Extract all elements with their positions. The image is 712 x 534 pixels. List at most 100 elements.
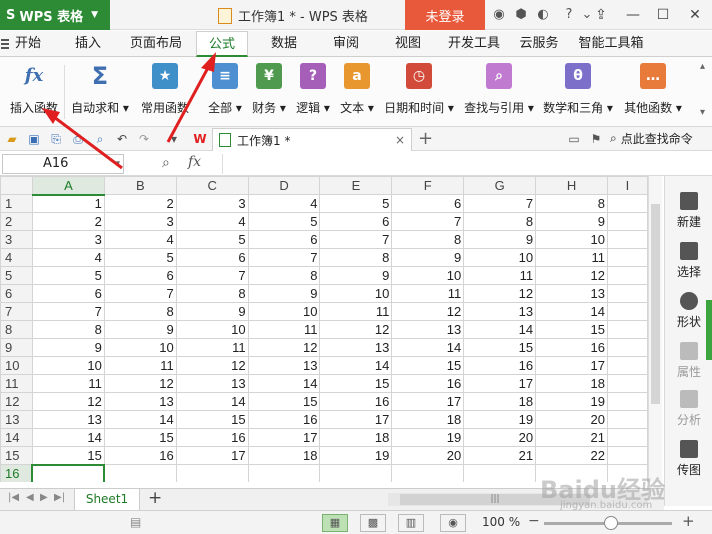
row-header[interactable]: 10 (0, 356, 33, 375)
flag-icon[interactable]: ⚑ (588, 131, 604, 147)
cell[interactable]: 13 (31, 410, 105, 429)
spreadsheet-grid[interactable]: A B C D E F G H I 1123456782234567893345… (0, 176, 648, 482)
cell[interactable]: 8 (175, 284, 249, 303)
cell[interactable] (606, 446, 648, 465)
row-header[interactable]: 14 (0, 428, 33, 447)
maximize-icon[interactable]: ☐ (648, 0, 678, 30)
cell[interactable]: 4 (31, 248, 105, 267)
side-handle[interactable] (706, 300, 712, 360)
row-header[interactable]: 2 (0, 212, 33, 231)
cell[interactable]: 13 (103, 392, 177, 411)
prev-sheet-icon[interactable]: ◀ (26, 492, 34, 503)
financial-button[interactable]: ¥ 财务 ▾ (248, 61, 290, 121)
cell[interactable]: 4 (103, 230, 177, 249)
skin-icon[interactable]: ◉ (490, 6, 508, 24)
cell[interactable]: 8 (391, 230, 465, 249)
column-header[interactable]: D (247, 176, 321, 195)
tab-page-layout[interactable]: 页面布局 (124, 31, 188, 57)
cell[interactable]: 15 (535, 320, 608, 339)
row-header[interactable]: 1 (0, 194, 33, 213)
other-functions-button[interactable]: … 其他函数 ▾ (620, 61, 686, 121)
row-header[interactable]: 16 (0, 464, 33, 482)
cell[interactable]: 13 (463, 302, 537, 321)
row-header[interactable]: 8 (0, 320, 33, 339)
tab-review[interactable]: 审阅 (326, 31, 366, 57)
fx-icon[interactable]: fx (188, 154, 201, 170)
scroll-thumb[interactable] (651, 204, 660, 404)
all-functions-button[interactable]: ≡ 全部 ▾ (204, 61, 246, 121)
select-all-corner[interactable] (0, 176, 33, 195)
upload-image-pane-button[interactable]: 传图 (665, 440, 712, 478)
zoom-slider-thumb[interactable] (604, 516, 618, 530)
row-header[interactable]: 4 (0, 248, 33, 267)
cell[interactable] (606, 428, 648, 447)
tab-data[interactable]: 数据 (264, 31, 304, 57)
cell[interactable]: 13 (175, 374, 249, 393)
chevron-down-icon[interactable]: ▾ (166, 131, 182, 147)
cell[interactable]: 9 (463, 230, 537, 249)
cell[interactable]: 10 (31, 356, 105, 375)
zoom-out-button[interactable]: − (528, 513, 540, 529)
row-header[interactable]: 15 (0, 446, 33, 465)
cell[interactable]: 19 (391, 428, 465, 447)
row-header[interactable]: 3 (0, 230, 33, 249)
cell[interactable]: 9 (535, 212, 608, 231)
cell[interactable] (606, 284, 648, 303)
add-sheet-button[interactable]: + (148, 488, 162, 508)
column-header[interactable]: G (463, 176, 537, 195)
row-header[interactable]: 11 (0, 374, 33, 393)
cell[interactable]: 11 (175, 338, 249, 357)
cell[interactable]: 10 (463, 248, 537, 267)
cell[interactable] (175, 464, 249, 482)
cell[interactable]: 15 (463, 338, 537, 357)
tab-cloud[interactable]: 云服务 (514, 31, 564, 57)
cell[interactable] (247, 464, 321, 482)
cell[interactable]: 9 (103, 320, 177, 339)
sheet-tab[interactable]: Sheet1 (74, 489, 140, 511)
formula-input[interactable] (222, 154, 662, 174)
cell[interactable]: 16 (175, 428, 249, 447)
cell[interactable]: 11 (103, 356, 177, 375)
cell[interactable]: 3 (31, 230, 105, 249)
tab-developer[interactable]: 开发工具 (444, 31, 504, 57)
cell[interactable]: 3 (103, 212, 177, 231)
tab-view[interactable]: 视图 (388, 31, 428, 57)
column-header[interactable]: H (535, 176, 608, 195)
cell[interactable] (606, 248, 648, 267)
cell[interactable]: 9 (319, 266, 393, 285)
cell[interactable]: 17 (463, 374, 537, 393)
tab-formulas[interactable]: 公式 (196, 31, 248, 57)
analysis-pane-button[interactable]: 分析 (665, 390, 712, 428)
cell[interactable]: 18 (319, 428, 393, 447)
restore-ribbon-icon[interactable]: ⇪ (586, 0, 616, 30)
cell[interactable]: 10 (535, 230, 608, 249)
zoom-in-button[interactable]: + (682, 512, 695, 530)
cell[interactable]: 15 (103, 428, 177, 447)
cell[interactable]: 8 (535, 194, 608, 213)
cell[interactable]: 9 (247, 284, 321, 303)
cell[interactable] (606, 212, 648, 231)
cell[interactable]: 16 (247, 410, 321, 429)
cell[interactable]: 12 (103, 374, 177, 393)
chevron-down-icon[interactable]: ▾ (115, 155, 120, 173)
cell[interactable]: 8 (463, 212, 537, 231)
normal-view-button[interactable]: ▦ (322, 514, 348, 532)
cell[interactable]: 11 (247, 320, 321, 339)
cell[interactable]: 10 (103, 338, 177, 357)
cell[interactable]: 21 (463, 446, 537, 465)
cell[interactable]: 6 (31, 284, 105, 303)
cell[interactable]: 16 (463, 356, 537, 375)
login-button[interactable]: 未登录 (405, 0, 485, 30)
cell[interactable]: 12 (31, 392, 105, 411)
cell[interactable]: 10 (175, 320, 249, 339)
cell[interactable]: 12 (175, 356, 249, 375)
cell[interactable]: 14 (247, 374, 321, 393)
minimize-icon[interactable]: — (618, 0, 648, 30)
cell[interactable] (606, 194, 648, 213)
shape-pane-button[interactable]: 形状 (665, 292, 712, 330)
cell[interactable]: 4 (247, 194, 321, 213)
cell[interactable]: 15 (319, 374, 393, 393)
command-search[interactable]: ⌕ 点此查找命令 (610, 130, 693, 147)
cell[interactable]: 7 (103, 284, 177, 303)
close-icon[interactable]: ✕ (680, 0, 710, 30)
